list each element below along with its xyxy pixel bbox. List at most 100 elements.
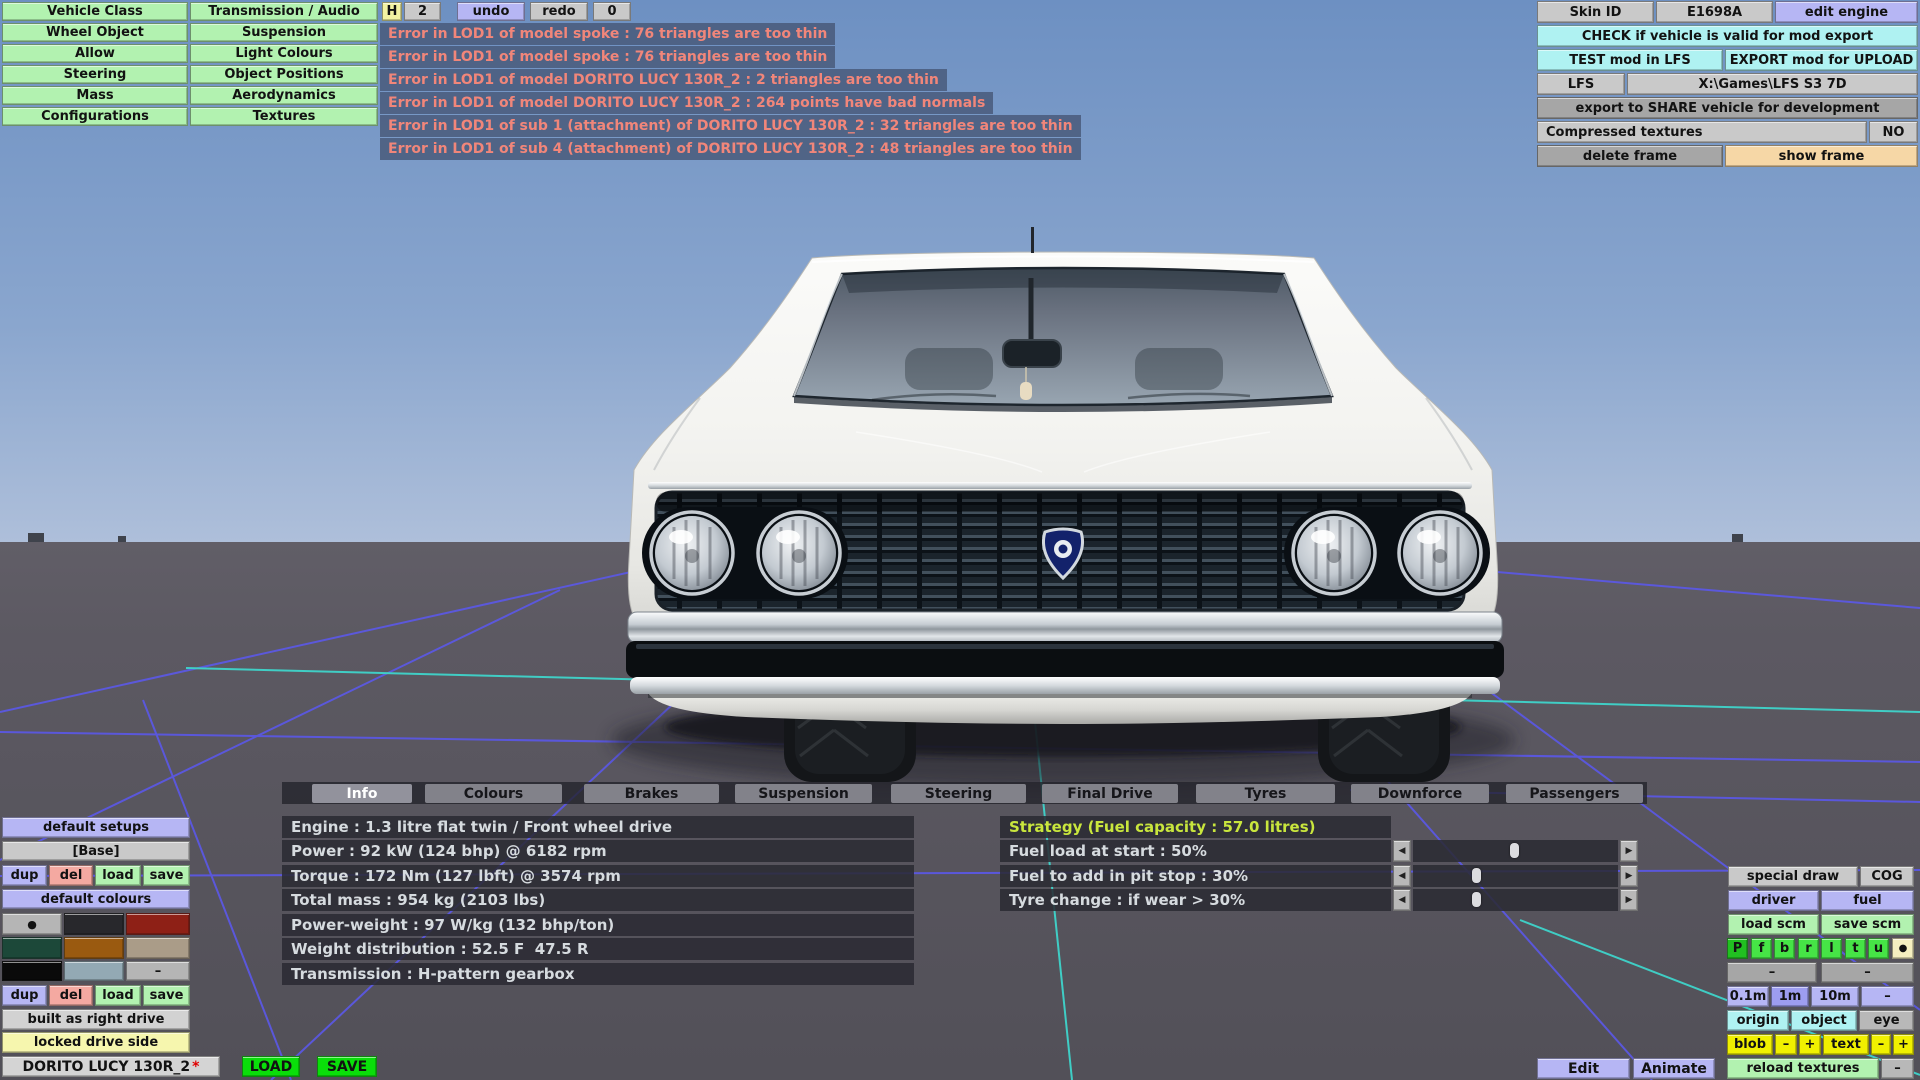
undo-button[interactable]: undo [457,2,525,21]
toggle-l[interactable]: l [1821,938,1842,959]
menu-mass[interactable]: Mass [2,86,188,105]
load-scm-button[interactable]: load scm [1728,914,1819,935]
tab-passengers[interactable]: Passengers [1506,784,1643,803]
scale-01m-button[interactable]: 0.1m [1727,986,1769,1007]
fuel-pit-decrease[interactable]: ◀ [1393,865,1411,887]
setup-save-button[interactable]: save [143,865,190,886]
redo-button[interactable]: redo [530,2,588,21]
lfs-path[interactable]: X:\Games\LFS S3 7D [1627,73,1918,95]
colour-swatch-8[interactable] [64,961,124,981]
menu-allow[interactable]: Allow [2,44,188,63]
colour-swatch-7[interactable] [2,961,62,981]
tyre-change-slider[interactable] [1413,889,1618,911]
object-button[interactable]: object [1791,1010,1857,1031]
menu-vehicle-class[interactable]: Vehicle Class [2,2,188,21]
origin-button[interactable]: origin [1727,1010,1789,1031]
edit-mode-button[interactable]: Edit [1537,1058,1630,1079]
save-vehicle-button[interactable]: SAVE [317,1056,377,1077]
fuel-start-slider[interactable] [1413,840,1618,862]
step-count[interactable]: 2 [404,2,441,21]
tab-brakes[interactable]: Brakes [584,784,719,803]
edit-engine-button[interactable]: edit engine [1775,1,1918,23]
skin-id-label[interactable]: Skin ID [1537,1,1654,23]
cog-button[interactable]: COG [1860,866,1914,887]
fuel-button[interactable]: fuel [1821,890,1914,911]
menu-object-positions[interactable]: Object Positions [190,65,378,84]
tab-suspension[interactable]: Suspension [735,784,872,803]
tab-downforce[interactable]: Downforce [1351,784,1489,803]
toggle-f[interactable]: f [1751,938,1772,959]
redo-count[interactable]: 0 [593,2,631,21]
locked-drive-side[interactable]: locked drive side [2,1032,190,1053]
colour-swatch-4[interactable] [2,937,62,959]
toggle-u[interactable]: u [1868,938,1889,959]
fuel-pit-slider[interactable] [1413,865,1618,887]
colour-del-button[interactable]: del [49,985,93,1006]
scale-10m-button[interactable]: 10m [1811,986,1859,1007]
lfs-button[interactable]: LFS [1537,73,1625,95]
text-plus-button[interactable]: + [1893,1034,1914,1055]
h-mode-button[interactable]: H [382,2,402,21]
text-button[interactable]: text [1823,1034,1869,1055]
tyre-change-increase[interactable]: ▶ [1620,889,1638,911]
setup-load-button[interactable]: load [95,865,141,886]
export-mod-button[interactable]: EXPORT mod for UPLOAD [1725,49,1918,71]
toggle-r[interactable]: r [1798,938,1819,959]
menu-steering[interactable]: Steering [2,65,188,84]
menu-configurations[interactable]: Configurations [2,107,188,126]
setup-del-button[interactable]: del [49,865,93,886]
toggle-dot[interactable]: ● [1892,938,1914,959]
tyre-change-decrease[interactable]: ◀ [1393,889,1411,911]
driver-button[interactable]: driver [1728,890,1819,911]
colour-save-button[interactable]: save [143,985,190,1006]
colour-swatch-6[interactable] [126,937,190,959]
fuel-pit-increase[interactable]: ▶ [1620,865,1638,887]
scale-dash-button[interactable]: – [1861,986,1914,1007]
toggle-b[interactable]: b [1774,938,1795,959]
colour-swatch-1[interactable]: ● [2,913,62,935]
compressed-textures-label[interactable]: Compressed textures [1537,121,1867,143]
setup-base[interactable]: [Base] [2,841,190,861]
menu-textures[interactable]: Textures [190,107,378,126]
menu-transmission-audio[interactable]: Transmission / Audio [190,2,378,21]
setup-dup-button[interactable]: dup [2,865,47,886]
toggle-p[interactable]: P [1727,938,1748,959]
text-minus-button[interactable]: – [1871,1034,1891,1055]
default-colours-button[interactable]: default colours [2,889,190,909]
dash-right-button[interactable]: – [1821,962,1914,983]
tab-final-drive[interactable]: Final Drive [1042,784,1178,803]
colour-swatch-5[interactable] [64,937,124,959]
animate-mode-button[interactable]: Animate [1633,1058,1715,1079]
tab-tyres[interactable]: Tyres [1196,784,1335,803]
colour-dup-button[interactable]: dup [2,985,47,1006]
show-frame-button[interactable]: show frame [1725,145,1918,167]
test-mod-button[interactable]: TEST mod in LFS [1537,49,1723,71]
menu-aerodynamics[interactable]: Aerodynamics [190,86,378,105]
fuel-start-slider-thumb[interactable] [1510,843,1519,858]
menu-light-colours[interactable]: Light Colours [190,44,378,63]
colour-load-button[interactable]: load [95,985,141,1006]
colour-swatch-2[interactable] [64,913,124,935]
colour-swatch-3[interactable] [126,913,190,935]
tyre-change-slider-thumb[interactable] [1472,892,1481,907]
dash-left-button[interactable]: – [1727,962,1817,983]
export-share-button[interactable]: export to SHARE vehicle for development [1537,97,1918,119]
fuel-start-decrease[interactable]: ◀ [1393,840,1411,862]
reload-dash-button[interactable]: – [1881,1058,1914,1079]
check-valid-button[interactable]: CHECK if vehicle is valid for mod export [1537,25,1918,47]
menu-wheel-object[interactable]: Wheel Object [2,23,188,42]
menu-suspension[interactable]: Suspension [190,23,378,42]
built-as-right-drive[interactable]: built as right drive [2,1009,190,1030]
delete-frame-button[interactable]: delete frame [1537,145,1723,167]
load-vehicle-button[interactable]: LOAD [242,1056,300,1077]
blob-button[interactable]: blob [1727,1034,1773,1055]
blob-plus-button[interactable]: + [1799,1034,1821,1055]
save-scm-button[interactable]: save scm [1821,914,1914,935]
fuel-pit-slider-thumb[interactable] [1472,868,1481,883]
toggle-t[interactable]: t [1845,938,1866,959]
tab-colours[interactable]: Colours [425,784,562,803]
compressed-textures-toggle[interactable]: NO [1869,121,1918,143]
scale-1m-button[interactable]: 1m [1771,986,1809,1007]
fuel-start-increase[interactable]: ▶ [1620,840,1638,862]
reload-textures-button[interactable]: reload textures [1727,1058,1879,1079]
